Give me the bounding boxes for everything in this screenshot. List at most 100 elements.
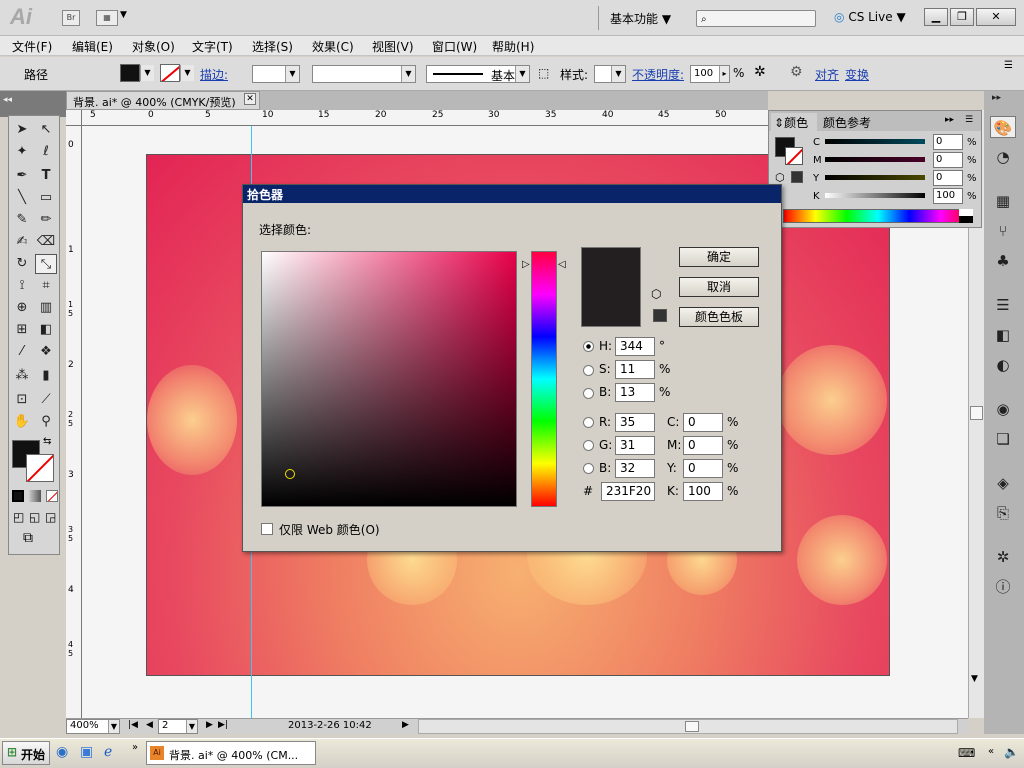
- chevron-down-icon[interactable]: ▼: [120, 10, 127, 20]
- black-field[interactable]: 100: [683, 482, 723, 501]
- artboard-icon[interactable]: ⊡: [11, 390, 33, 410]
- white-swatch[interactable]: [959, 209, 973, 216]
- browser-icon[interactable]: ◉: [56, 744, 68, 760]
- menu-window[interactable]: 窗口(W): [432, 38, 477, 55]
- restore-button[interactable]: ❐: [950, 8, 974, 26]
- opacity-label[interactable]: 不透明度:: [632, 66, 684, 83]
- bridge-button[interactable]: Br: [62, 10, 80, 26]
- channel-field[interactable]: 0: [933, 170, 963, 186]
- style-dropdown[interactable]: ▼: [594, 65, 626, 83]
- channel-field[interactable]: 0: [933, 134, 963, 150]
- web-safe-swatch[interactable]: [653, 309, 667, 322]
- slice-icon[interactable]: ⟋: [35, 390, 57, 410]
- menu-file[interactable]: 文件(F): [12, 38, 52, 55]
- brightness-field[interactable]: 13: [615, 383, 655, 402]
- gear-icon[interactable]: ⚙: [790, 64, 803, 80]
- scroll-down-icon[interactable]: ▼: [971, 674, 978, 684]
- color-mode-icon[interactable]: [12, 490, 24, 502]
- stroke-dropdown[interactable]: ▼: [180, 65, 194, 81]
- hue-radio[interactable]: [583, 341, 594, 352]
- perspective-grid-icon[interactable]: ▥: [35, 298, 57, 318]
- eraser-icon[interactable]: ⌫: [35, 232, 57, 252]
- collapse-panel-icon[interactable]: ▸▸: [945, 115, 954, 125]
- pen-icon[interactable]: ✒: [11, 166, 33, 186]
- channel-slider[interactable]: [825, 139, 925, 144]
- column-graph-icon[interactable]: ▮: [35, 366, 57, 386]
- channel-slider[interactable]: [825, 175, 925, 180]
- direct-selection-icon[interactable]: ↖: [35, 120, 57, 140]
- screen-mode-icon[interactable]: ⧉: [23, 530, 33, 546]
- red-field[interactable]: 35: [615, 413, 655, 432]
- collapse-icon[interactable]: ◂◂: [0, 92, 15, 108]
- fill-dropdown[interactable]: ▼: [140, 65, 154, 81]
- gradient-panel-icon[interactable]: ◧: [990, 324, 1016, 346]
- stroke-swatch[interactable]: [160, 64, 180, 82]
- channel-slider[interactable]: [825, 193, 925, 198]
- panel-menu-icon[interactable]: ☰: [1004, 60, 1013, 71]
- taskbar-item-illustrator[interactable]: Ai 背景. ai* @ 400% (CM...: [146, 741, 316, 765]
- hue-arrow-right-icon[interactable]: ◁: [558, 259, 566, 270]
- free-transform-icon[interactable]: ⌗: [35, 276, 57, 296]
- channel-slider[interactable]: [825, 157, 925, 162]
- symbols-icon[interactable]: ♣: [990, 250, 1016, 272]
- saturation-field[interactable]: 11: [615, 360, 655, 379]
- mesh-icon[interactable]: ⊞: [11, 320, 33, 340]
- cyan-field[interactable]: 0: [683, 413, 723, 432]
- more-icon[interactable]: »: [132, 742, 138, 753]
- close-tab-icon[interactable]: ✕: [244, 93, 256, 105]
- last-page-icon[interactable]: ▶|: [218, 720, 228, 730]
- keyboard-icon[interactable]: ⌨: [958, 746, 975, 760]
- opacity-field[interactable]: 100 ▸: [690, 65, 730, 83]
- scroll-thumb[interactable]: [685, 721, 699, 732]
- workspace-switcher[interactable]: 基本功能 ▼: [610, 10, 671, 27]
- symbol-sprayer-icon[interactable]: ⁂: [11, 366, 33, 386]
- stroke-label[interactable]: 描边:: [200, 66, 228, 83]
- layers-icon[interactable]: ◈: [990, 472, 1016, 494]
- paintbrush-icon[interactable]: ✎: [11, 210, 33, 230]
- line-icon[interactable]: ╲: [11, 188, 33, 208]
- channel-field[interactable]: 100: [933, 188, 963, 204]
- shape-builder-icon[interactable]: ⊕: [11, 298, 33, 318]
- color-panel-icon[interactable]: 🎨: [990, 116, 1016, 138]
- chevron-down-icon[interactable]: ▼: [186, 720, 197, 733]
- chevron-down-icon[interactable]: ▼: [108, 720, 119, 733]
- saturation-radio[interactable]: [583, 365, 594, 376]
- brushes-icon[interactable]: ⑂: [990, 220, 1016, 242]
- hex-field[interactable]: 231F20: [601, 482, 655, 501]
- width-icon[interactable]: ⟟: [11, 276, 33, 296]
- navigator-icon[interactable]: ✲: [990, 546, 1016, 568]
- yellow-field[interactable]: 0: [683, 459, 723, 478]
- blue-field[interactable]: 32: [615, 459, 655, 478]
- arrange-documents-icon[interactable]: ▦: [96, 10, 118, 26]
- stroke-weight-field[interactable]: ▼: [252, 65, 300, 83]
- web-only-label[interactable]: 仅限 Web 颜色(O): [279, 521, 380, 538]
- expand-tray-icon[interactable]: «: [988, 746, 994, 757]
- volume-icon[interactable]: 🔈: [1004, 745, 1019, 759]
- scroll-thumb[interactable]: [970, 406, 983, 420]
- blend-icon[interactable]: ❖: [35, 342, 57, 362]
- cube-icon[interactable]: ⬡: [651, 287, 661, 301]
- chevron-down-icon[interactable]: ▼: [285, 66, 299, 82]
- panel-menu-icon[interactable]: ☰: [965, 115, 973, 125]
- brightness-radio[interactable]: [583, 388, 594, 399]
- blue-radio[interactable]: [583, 463, 594, 474]
- rectangle-icon[interactable]: ▭: [35, 188, 57, 208]
- menu-help[interactable]: 帮助(H): [492, 38, 534, 55]
- channel-field[interactable]: 0: [933, 152, 963, 168]
- draw-inside-icon[interactable]: ◲: [45, 510, 56, 524]
- menu-select[interactable]: 选择(S): [252, 38, 293, 55]
- magic-wand-icon[interactable]: ✦: [11, 142, 33, 162]
- brush-dropdown[interactable]: 基本 ▼: [426, 65, 530, 83]
- gradient-mode-icon[interactable]: [29, 490, 41, 502]
- variable-width-dropdown[interactable]: ▼: [312, 65, 416, 83]
- red-radio[interactable]: [583, 417, 594, 428]
- hand-icon[interactable]: ✋: [11, 412, 33, 432]
- show-desktop-icon[interactable]: ▣: [80, 744, 93, 760]
- minimize-button[interactable]: ▁: [924, 8, 948, 26]
- type-icon[interactable]: T: [35, 166, 57, 186]
- horizontal-scrollbar[interactable]: [418, 719, 958, 734]
- tab-color[interactable]: ⇕颜色: [771, 113, 817, 131]
- cancel-button[interactable]: 取消: [679, 277, 759, 297]
- swap-icon[interactable]: ⇆: [43, 436, 51, 447]
- transparency-icon[interactable]: ◐: [990, 354, 1016, 376]
